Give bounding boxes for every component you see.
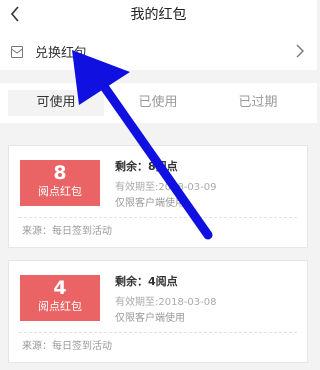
tab-used[interactable]: 已使用 [110,90,206,116]
usage-scope: 仅限客户端使用 [115,313,185,324]
red-packet-tile: 4 阅点红包 [20,275,100,321]
expiry-date: 有效期至:2018-03-08 [115,297,217,308]
chevron-right-icon [295,43,305,59]
remaining-points: 剩余：8阅点 [115,160,178,173]
red-packet-amount: 4 [53,277,67,299]
source-text: 来源：每日签到活动 [22,341,112,352]
red-packet-unit-label: 阅点红包 [38,185,82,198]
remaining-points: 剩余：4阅点 [115,275,178,288]
top-bar: 我的红包 [0,0,317,32]
redeem-red-packet-row[interactable]: 兑换红包 [0,32,317,70]
red-packet-card[interactable]: 8 阅点红包 剩余：8阅点 有效期至:2018-03-09 仅限客户端使用 来源… [8,145,308,248]
envelope-icon [10,44,24,58]
dashed-divider [19,332,297,333]
expiry-date: 有效期至:2018-03-09 [115,182,217,193]
tab-available[interactable]: 可使用 [8,90,104,116]
dashed-divider [19,217,297,218]
redeem-label: 兑换红包 [35,46,88,61]
source-text: 来源：每日签到活动 [22,226,112,237]
red-packet-unit-label: 阅点红包 [38,300,82,313]
page-title: 我的红包 [130,7,187,23]
tab-expired[interactable]: 已过期 [210,90,306,116]
red-packet-tile: 8 阅点红包 [20,160,100,206]
red-packet-amount: 8 [53,162,67,184]
usage-scope: 仅限客户端使用 [115,198,185,209]
red-packet-card[interactable]: 4 阅点红包 剩余：4阅点 有效期至:2018-03-08 仅限客户端使用 来源… [8,260,308,363]
tab-bar: 可使用 已使用 已过期 [0,83,317,123]
